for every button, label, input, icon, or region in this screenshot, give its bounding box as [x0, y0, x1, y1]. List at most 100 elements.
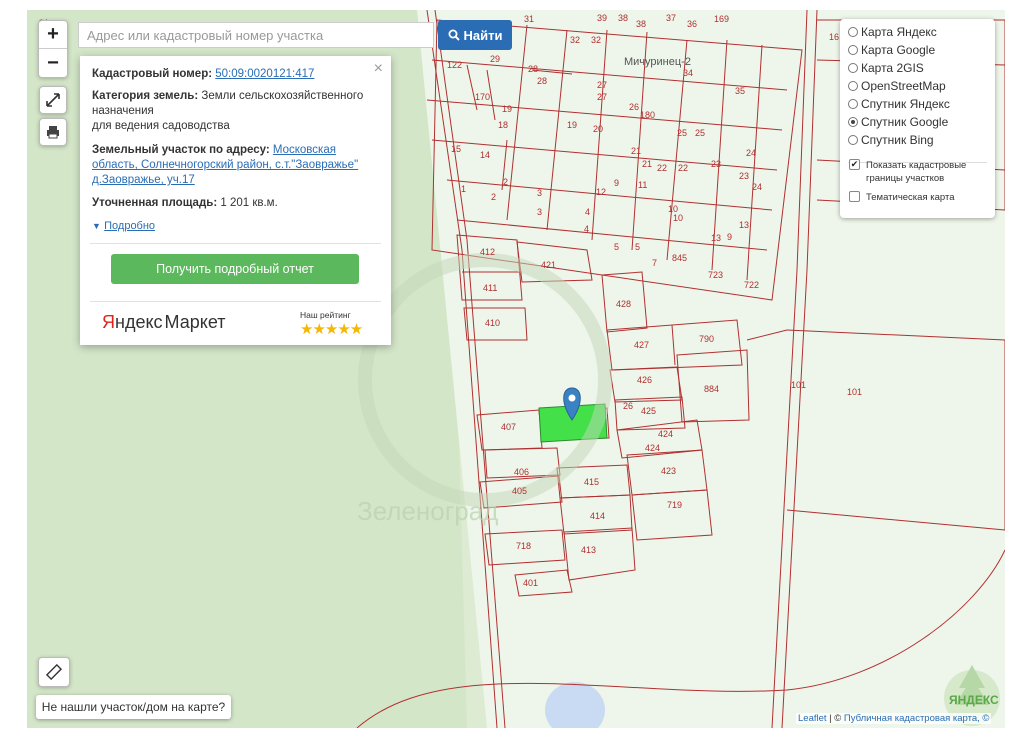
parcel-label: 28 — [528, 64, 538, 74]
parcel-label: 38 — [618, 13, 628, 23]
thematic-toggle[interactable]: Тематическая карта — [849, 191, 954, 204]
more-link[interactable]: Подробно — [104, 220, 155, 232]
parcel-label: 34 — [683, 68, 693, 78]
parcel-label: 23 — [711, 159, 721, 169]
parcel-label: 169 — [714, 14, 729, 24]
parcel-label: 27 — [597, 80, 607, 90]
more-row[interactable]: ▼ Подробно — [92, 219, 377, 234]
parcel-label: 24 — [752, 182, 762, 192]
layer-option-0[interactable]: Карта Яндекс — [848, 24, 937, 40]
parcel-label: 25 — [695, 128, 705, 138]
parcel-label: 5 — [635, 242, 640, 252]
radio-button[interactable] — [848, 45, 858, 55]
popup-divider — [90, 301, 381, 302]
parcel-label: 22 — [678, 163, 688, 173]
parcel-label: 1 — [461, 184, 466, 194]
parcel-label: 723 — [708, 270, 723, 280]
search-icon — [448, 29, 460, 41]
ruler-icon — [46, 664, 62, 680]
parcel-label: 13 — [711, 233, 721, 243]
radio-button[interactable] — [848, 27, 858, 37]
parcel-label: 9 — [727, 232, 732, 242]
layer-option-label: Карта Яндекс — [861, 25, 937, 39]
parcel-label: 4 — [584, 224, 589, 234]
checkbox-cadastral[interactable]: ✔ — [849, 159, 860, 170]
layers-panel: ✔ Показать кадастровые границы участков … — [840, 19, 995, 218]
parcel-label: 180 — [640, 110, 655, 120]
cadastral-source-link[interactable]: Публичная кадастровая карта, © — [844, 713, 990, 724]
parcel-label: 414 — [590, 511, 605, 521]
radio-button[interactable] — [848, 81, 858, 91]
layer-option-label: Спутник Google — [861, 115, 949, 129]
category-label: Категория земель: — [92, 90, 199, 102]
not-found-button[interactable]: Не нашли участок/дом на карте? — [36, 695, 231, 719]
parcel-label: 23 — [739, 171, 749, 181]
area-value: 1 201 кв.м. — [220, 197, 278, 209]
parcel-label: 424 — [645, 443, 660, 453]
parcel-label: 718 — [516, 541, 531, 551]
attribution: Leaflet | © Публичная кадастровая карта,… — [796, 713, 992, 724]
layer-option-3[interactable]: OpenStreetMap — [848, 78, 946, 94]
cadastral-toggle[interactable]: ✔ Показать кадастровые границы участков — [849, 159, 986, 185]
zoom-out-button[interactable]: − — [39, 49, 67, 77]
layer-option-6[interactable]: Спутник Bing — [848, 132, 934, 148]
parcel-label: 407 — [501, 422, 516, 432]
parcel-label: 10 — [673, 213, 683, 223]
radio-button[interactable] — [848, 99, 858, 109]
parcel-label: 26 — [623, 401, 633, 411]
radio-button[interactable] — [848, 63, 858, 73]
search-button[interactable]: Найти — [438, 20, 512, 50]
layer-option-label: OpenStreetMap — [861, 79, 946, 93]
parcel-label: 415 — [584, 477, 599, 487]
leaflet-link[interactable]: Leaflet — [798, 713, 827, 724]
parcel-label: 412 — [480, 247, 495, 257]
radio-button[interactable] — [848, 135, 858, 145]
caret-down-icon: ▼ — [92, 221, 101, 231]
yandex-market-logo[interactable]: Яндекс Маркет — [102, 312, 225, 333]
area-row: Уточненная площадь: 1 201 кв.м. — [92, 196, 377, 211]
parcel-label: 32 — [570, 35, 580, 45]
parcel-label: 101 — [847, 387, 862, 397]
parcel-label: 26 — [629, 102, 639, 112]
layer-option-label: Спутник Яндекс — [861, 97, 950, 111]
parcel-label: 32 — [591, 35, 601, 45]
zoom-in-button[interactable]: + — [39, 21, 67, 49]
report-button[interactable]: Получить подробный отчет — [111, 254, 359, 284]
cadastral-link[interactable]: 50:09:0020121:417 — [215, 68, 314, 80]
parcel-label: 884 — [704, 384, 719, 394]
category-row: Категория земель: Земли сельскохозяйстве… — [92, 89, 377, 134]
parcel-label: 7 — [652, 258, 657, 268]
measure-button[interactable] — [38, 657, 70, 687]
checkbox-thematic[interactable] — [849, 191, 860, 202]
parcel-label: 2 — [503, 177, 508, 187]
search-button-label: Найти — [463, 27, 503, 43]
radio-button[interactable] — [848, 117, 858, 127]
parcel-label: 4 — [585, 207, 590, 217]
thematic-toggle-label: Тематическая карта — [866, 192, 955, 203]
print-button[interactable] — [39, 118, 67, 146]
search-input[interactable] — [78, 22, 434, 48]
settlement-label: Мичуринец-2 — [624, 56, 691, 68]
layer-option-1[interactable]: Карта Google — [848, 42, 935, 58]
parcel-label: 38 — [636, 19, 646, 29]
parcel-label: 16 — [829, 32, 839, 42]
watermark-text: Зеленоград — [357, 496, 498, 526]
address-row: Земельный участок по адресу: Московская … — [92, 143, 377, 188]
layer-option-4[interactable]: Спутник Яндекс — [848, 96, 950, 112]
parcel-label: 39 — [597, 13, 607, 23]
parcel-label: 424 — [658, 429, 673, 439]
parcel-label: 12 — [596, 187, 606, 197]
parcel-label: 401 — [523, 578, 538, 588]
parcel-label: 427 — [634, 340, 649, 350]
rating-label: Наш рейтинг — [300, 310, 351, 320]
layer-option-5[interactable]: Спутник Google — [848, 114, 948, 130]
parcel-label: 20 — [593, 124, 603, 134]
parcel-label: 15 — [451, 144, 461, 154]
parcel-label: 13 — [739, 220, 749, 230]
parcel-label: 413 — [581, 545, 596, 555]
parcel-label: 21 — [642, 159, 652, 169]
layer-option-2[interactable]: Карта 2GIS — [848, 60, 924, 76]
parcel-label: 405 — [512, 486, 527, 496]
fullscreen-button[interactable] — [39, 86, 67, 114]
parcel-label: 3 — [537, 207, 542, 217]
